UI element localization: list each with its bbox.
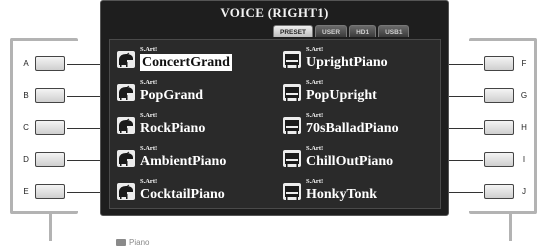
- button-g-label: G: [520, 91, 528, 100]
- button-d-label: D: [23, 155, 29, 164]
- button-e-label: E: [23, 187, 29, 196]
- tab-hd1[interactable]: HD1: [349, 25, 377, 37]
- button-j[interactable]: [484, 184, 514, 199]
- voice-name: ConcertGrand: [140, 54, 232, 71]
- voice-concertgrand[interactable]: S.Art! ConcertGrand: [114, 46, 272, 73]
- button-f-label: F: [521, 59, 527, 68]
- button-a[interactable]: [35, 56, 65, 71]
- button-b-label: B: [23, 91, 29, 100]
- folder-path: Piano: [116, 238, 149, 247]
- button-f[interactable]: [484, 56, 514, 71]
- voice-honkytonk[interactable]: S.Art! HonkyTonk: [280, 178, 438, 205]
- s-art-badge: S.Art!: [306, 112, 324, 119]
- voice-list: S.Art! ConcertGrand S.Art! PopGrand S.Art! Ro…: [109, 39, 441, 247]
- folder-icon: [116, 239, 126, 246]
- voice-name: CocktailPiano: [140, 187, 225, 202]
- left-panel-leader-line: [49, 214, 52, 241]
- button-h-label: H: [521, 123, 527, 132]
- grand-piano-icon: [117, 84, 135, 101]
- right-panel-leader-line: [509, 214, 512, 241]
- voice-name: UprightPiano: [306, 55, 388, 70]
- tab-bar: PRESET USER HD1 USB1: [273, 25, 410, 39]
- s-art-badge: S.Art!: [140, 145, 158, 152]
- s-art-badge: S.Art!: [140, 79, 158, 86]
- button-a-label: A: [23, 59, 29, 68]
- s-art-badge: S.Art!: [306, 46, 324, 53]
- button-c[interactable]: [35, 120, 65, 135]
- s-art-badge: S.Art!: [140, 178, 158, 185]
- button-g[interactable]: [484, 88, 514, 103]
- voice-popupright[interactable]: S.Art! PopUpright: [280, 79, 438, 106]
- grand-piano-icon: [117, 51, 135, 68]
- voice-chilloutpiano[interactable]: S.Art! ChillOutPiano: [280, 145, 438, 172]
- tab-user[interactable]: USER: [315, 25, 348, 37]
- button-c-label: C: [23, 123, 29, 132]
- folder-label: Piano: [129, 238, 150, 247]
- lcd-title: VOICE (RIGHT1): [220, 5, 329, 20]
- upright-piano-icon: [283, 51, 301, 68]
- s-art-badge: S.Art!: [306, 178, 324, 185]
- upright-piano-icon: [283, 84, 301, 101]
- voice-ambientpiano[interactable]: S.Art! AmbientPiano: [114, 145, 272, 172]
- upright-piano-icon: [283, 117, 301, 134]
- voice-rockpiano[interactable]: S.Art! RockPiano: [114, 112, 272, 139]
- voice-name: HonkyTonk: [306, 187, 378, 202]
- voice-name: AmbientPiano: [140, 154, 227, 169]
- button-d[interactable]: [35, 152, 65, 167]
- voice-name: PopGrand: [140, 88, 204, 103]
- upright-piano-icon: [283, 183, 301, 200]
- button-i-label: I: [522, 155, 526, 164]
- voice-cocktailpiano[interactable]: S.Art! CocktailPiano: [114, 178, 272, 205]
- tab-usb1[interactable]: USB1: [378, 25, 410, 37]
- voice-uprightpiano[interactable]: S.Art! UprightPiano: [280, 46, 438, 73]
- voice-popgrand[interactable]: S.Art! PopGrand: [114, 79, 272, 106]
- s-art-badge: S.Art!: [140, 112, 158, 119]
- voice-name: ChillOutPiano: [306, 154, 394, 169]
- voice-name: RockPiano: [140, 121, 206, 136]
- tab-preset[interactable]: PRESET: [273, 25, 314, 37]
- grand-piano-icon: [117, 117, 135, 134]
- button-j-label: J: [522, 187, 526, 196]
- button-e[interactable]: [35, 184, 65, 199]
- button-i[interactable]: [484, 152, 514, 167]
- button-h[interactable]: [484, 120, 514, 135]
- button-b[interactable]: [35, 88, 65, 103]
- voice-70sballadpiano[interactable]: S.Art! 70sBalladPiano: [280, 112, 438, 139]
- upright-piano-icon: [283, 150, 301, 167]
- lcd-screen: VOICE (RIGHT1) PRESET USER HD1 USB1 S.Art! C…: [100, 0, 449, 247]
- s-art-badge: S.Art!: [306, 79, 324, 86]
- voice-name: PopUpright: [306, 88, 377, 103]
- grand-piano-icon: [117, 150, 135, 167]
- s-art-badge: S.Art!: [140, 46, 158, 53]
- voice-name: 70sBalladPiano: [306, 121, 399, 136]
- grand-piano-icon: [117, 183, 135, 200]
- s-art-badge: S.Art!: [306, 145, 324, 152]
